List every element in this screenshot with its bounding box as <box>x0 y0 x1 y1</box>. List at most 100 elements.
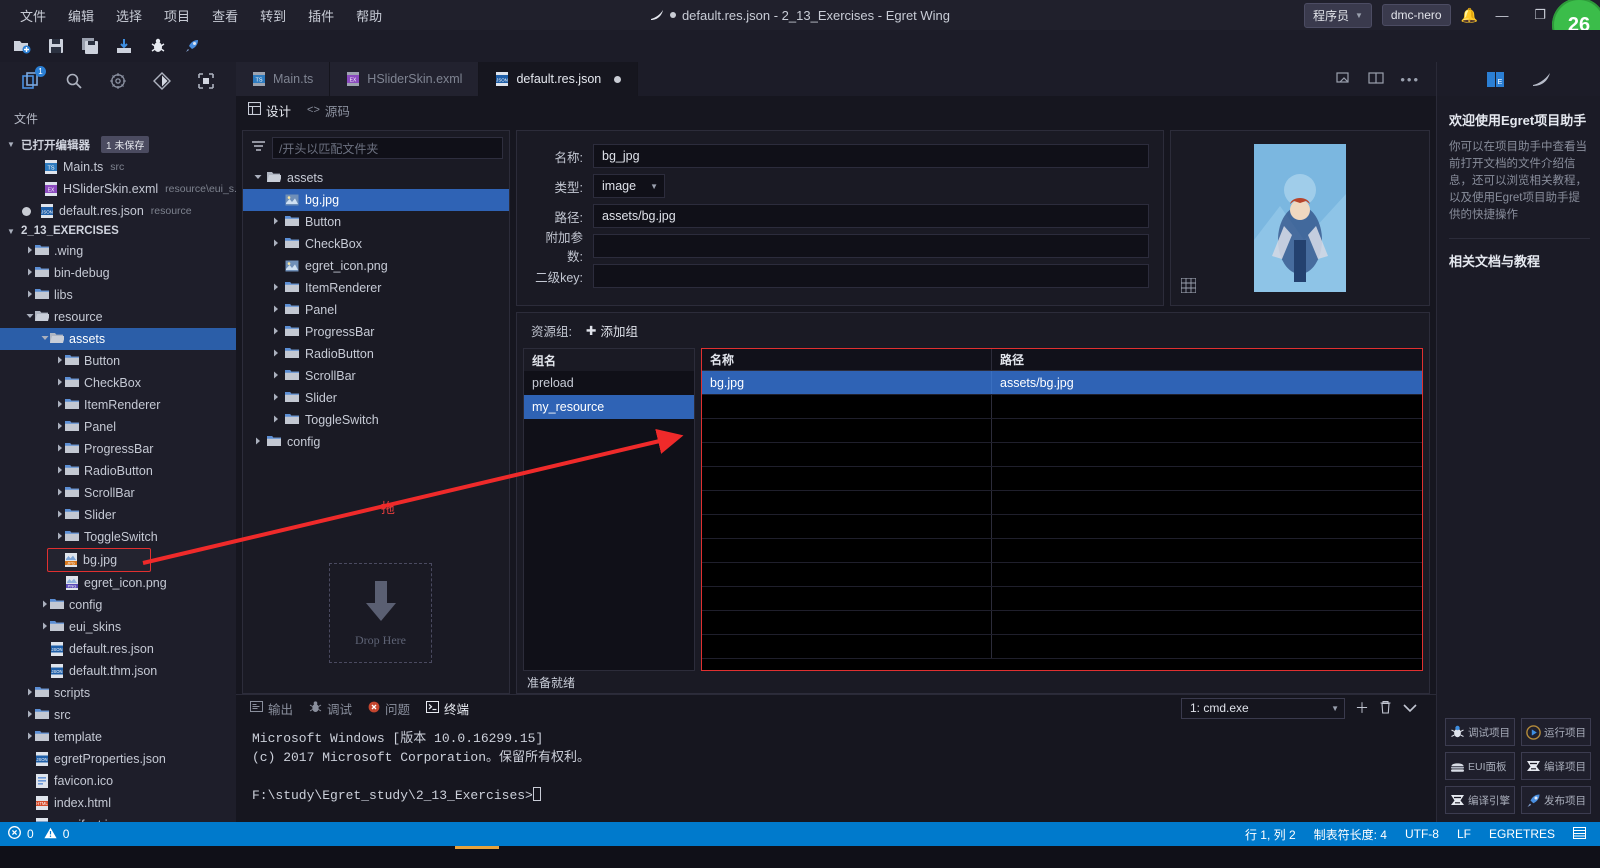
type-select[interactable]: image ▼ <box>593 174 665 198</box>
chevron-right-icon[interactable] <box>271 371 281 381</box>
tree-item-checkbox[interactable]: CheckBox <box>0 372 236 394</box>
bottom-tab-output[interactable]: 输出 <box>250 699 293 718</box>
res-tree-item-slider[interactable]: Slider <box>243 387 509 409</box>
bottom-tab-problems[interactable]: 问题 <box>368 699 410 718</box>
notifications-icon[interactable] <box>1573 826 1586 842</box>
tab-dirty-indicator[interactable] <box>614 75 622 83</box>
run-project-button[interactable]: 运行项目 <box>1521 718 1591 746</box>
tree-item-bin-debug[interactable]: bin-debug <box>0 262 236 284</box>
chevron-right-icon[interactable] <box>55 444 65 454</box>
tab-main-ts[interactable]: TS Main.ts <box>236 62 331 96</box>
debug-icon[interactable] <box>148 36 168 56</box>
menu-select[interactable]: 选择 <box>106 2 152 29</box>
open-editor-hsliderskin-exml[interactable]: EX HSliderSkin.exml resource\eui_s... <box>0 178 236 200</box>
open-editors-section[interactable]: ▼ 已打开编辑器 1 未保存 <box>0 133 236 156</box>
terminal-output[interactable]: Microsoft Windows [版本 10.0.16299.15] (c)… <box>236 721 1436 805</box>
path-input[interactable]: assets/bg.jpg <box>593 204 1149 228</box>
menu-edit[interactable]: 编辑 <box>58 2 104 29</box>
egret-assistant-icon[interactable]: E <box>1486 69 1506 89</box>
resource-filter-input[interactable]: /开头以匹配文件夹 <box>272 137 503 159</box>
res-tree-item-egret-icon-png[interactable]: egret_icon.png <box>243 255 509 277</box>
chevron-down-icon[interactable] <box>253 173 263 183</box>
res-tree-item-itemrenderer[interactable]: ItemRenderer <box>243 277 509 299</box>
chevron-right-icon[interactable] <box>271 283 281 293</box>
tree-item-progressbar[interactable]: ProgressBar <box>0 438 236 460</box>
res-tree-item-assets[interactable]: assets <box>243 167 509 189</box>
res-tree-item-config[interactable]: config <box>243 431 509 453</box>
language-mode[interactable]: EGRETRES <box>1489 827 1555 841</box>
tree-item-assets[interactable]: assets <box>0 328 236 350</box>
compile-project-button[interactable]: 编译项目 <box>1521 752 1591 780</box>
chevron-right-icon[interactable] <box>271 305 281 315</box>
tree-item-itemrenderer[interactable]: ItemRenderer <box>0 394 236 416</box>
filter-icon[interactable] <box>251 140 266 156</box>
notifications-icon[interactable]: 🔔 <box>1461 7 1478 24</box>
menu-help[interactable]: 帮助 <box>346 2 392 29</box>
tree-item-default-thm-json[interactable]: JSON default.thm.json <box>0 660 236 682</box>
explorer-icon[interactable]: 1 <box>19 66 46 92</box>
chevron-right-icon[interactable] <box>40 600 50 610</box>
tree-item-eui-skins[interactable]: eui_skins <box>0 616 236 638</box>
subkey-input[interactable] <box>593 264 1149 288</box>
split-preview-icon[interactable] <box>1336 71 1352 88</box>
tab-size[interactable]: 制表符长度: 4 <box>1314 826 1387 843</box>
chevron-right-icon[interactable] <box>55 378 65 388</box>
chevron-right-icon[interactable] <box>271 349 281 359</box>
tree-item--wing[interactable]: .wing <box>0 240 236 262</box>
more-actions-icon[interactable]: ••• <box>1400 72 1420 87</box>
menu-goto[interactable]: 转到 <box>250 2 296 29</box>
new-project-icon[interactable] <box>12 36 32 56</box>
tree-item-panel[interactable]: Panel <box>0 416 236 438</box>
chevron-right-icon[interactable] <box>253 437 263 447</box>
split-editor-icon[interactable] <box>1368 71 1384 88</box>
chevron-right-icon[interactable] <box>25 268 35 278</box>
chevron-right-icon[interactable] <box>55 532 65 542</box>
tree-item-button[interactable]: Button <box>0 350 236 372</box>
new-terminal-icon[interactable]: ＋ <box>1355 698 1369 718</box>
tree-item-config[interactable]: config <box>0 594 236 616</box>
tree-item-bg-jpg[interactable]: JPG bg.jpg <box>47 548 151 572</box>
res-tree-item-scrollbar[interactable]: ScrollBar <box>243 365 509 387</box>
cursor-position[interactable]: 行 1, 列 2 <box>1245 826 1296 843</box>
tree-item-scrollbar[interactable]: ScrollBar <box>0 482 236 504</box>
chevron-right-icon[interactable] <box>55 488 65 498</box>
res-tree-item-bg-jpg[interactable]: bg.jpg <box>243 189 509 211</box>
tree-item-egret-icon-png[interactable]: PNG egret_icon.png <box>0 572 236 594</box>
chevron-down-icon[interactable] <box>25 312 35 322</box>
chevron-down-icon[interactable] <box>40 334 50 344</box>
tree-item-template[interactable]: template <box>0 726 236 748</box>
menu-project[interactable]: 项目 <box>154 2 200 29</box>
tree-item-index-html[interactable]: HTML index.html <box>0 792 236 814</box>
drop-zone[interactable]: Drop Here <box>329 563 432 663</box>
maximize-button[interactable]: ❐ <box>1526 0 1554 30</box>
eui-panel-button[interactable]: EUI面板 <box>1445 752 1515 780</box>
compile-engine-button[interactable]: 编译引擎 <box>1445 786 1515 814</box>
chevron-right-icon[interactable] <box>25 732 35 742</box>
chevron-right-icon[interactable] <box>55 356 65 366</box>
res-tree-item-checkbox[interactable]: CheckBox <box>243 233 509 255</box>
open-editor-default-res-json[interactable]: JSON default.res.json resource <box>0 200 236 222</box>
wing-feather-icon[interactable] <box>1532 69 1552 89</box>
res-tree-item-button[interactable]: Button <box>243 211 509 233</box>
tree-item-favicon-ico[interactable]: favicon.ico <box>0 770 236 792</box>
chevron-right-icon[interactable] <box>55 466 65 476</box>
add-group-button[interactable]: ✚ 添加组 <box>586 321 638 340</box>
res-tree-item-toggleswitch[interactable]: ToggleSwitch <box>243 409 509 431</box>
tab-default-res-json[interactable]: JSON default.res.json <box>479 62 639 96</box>
res-tree-item-radiobutton[interactable]: RadioButton <box>243 343 509 365</box>
menu-file[interactable]: 文件 <box>10 2 56 29</box>
tree-item-manifest-json[interactable]: JSONmanifest.json <box>0 814 236 822</box>
bottom-tab-terminal[interactable]: 终端 <box>426 699 469 718</box>
project-section[interactable]: ▼ 2_13_EXERCISES <box>0 222 236 240</box>
tree-item-toggleswitch[interactable]: ToggleSwitch <box>0 526 236 548</box>
open-editor-main-ts[interactable]: TS Main.ts src <box>0 156 236 178</box>
publish-project-button[interactable]: 发布项目 <box>1521 786 1591 814</box>
chevron-right-icon[interactable] <box>40 622 50 632</box>
import-icon[interactable] <box>114 36 134 56</box>
chevron-right-icon[interactable] <box>25 688 35 698</box>
encoding[interactable]: UTF-8 <box>1405 827 1439 841</box>
collapse-panel-icon[interactable] <box>1402 700 1418 716</box>
subtab-source[interactable]: <> 源码 <box>307 101 350 120</box>
tree-item-default-res-json[interactable]: JSON default.res.json <box>0 638 236 660</box>
settings-gear-icon[interactable] <box>107 70 129 92</box>
